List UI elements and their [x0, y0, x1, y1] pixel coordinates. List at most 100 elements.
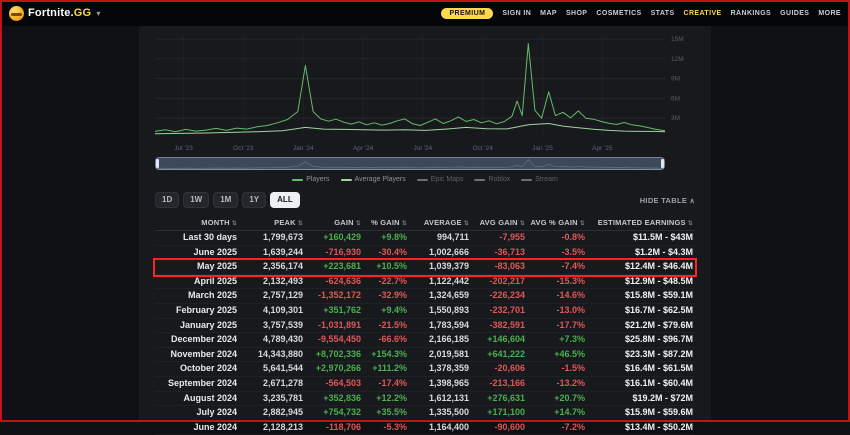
nav-item-map[interactable]: MAP [540, 10, 557, 17]
legend-dash-icon [474, 179, 485, 181]
nav-item-rankings[interactable]: RANKINGS [731, 10, 772, 17]
legend-item-epic-maps[interactable]: Epic Maps [417, 176, 464, 183]
range-button-1d[interactable]: 1D [155, 192, 179, 208]
table-row-last-30-days[interactable]: Last 30 days1,799,673+160,429+9.8%994,71… [155, 231, 695, 246]
cell-avg-gain: -226,234 [471, 289, 527, 303]
cell-peak: 2,128,213 [239, 421, 305, 435]
cell-month: December 2024 [155, 333, 239, 347]
nav-item-guides[interactable]: GUIDES [780, 10, 809, 17]
nav-item-stats[interactable]: STATS [651, 10, 675, 17]
legend-item-average-players[interactable]: Average Players [341, 176, 406, 183]
site-logo[interactable]: Fortnite.GG ▾ [9, 6, 100, 21]
nav-item-shop[interactable]: SHOP [566, 10, 587, 17]
legend-item-stream[interactable]: Stream [521, 176, 558, 183]
legend-dash-icon [292, 179, 303, 181]
legend-item-roblox[interactable]: Roblox [474, 176, 510, 183]
cell-avg-gain: -1.5% [527, 362, 587, 376]
navigator-selection[interactable] [155, 157, 665, 170]
cell-estimated-earnings: $11.5M - $43M [587, 231, 695, 245]
table-row-october-2024[interactable]: October 20245,641,544+2,970,266+111.2%1,… [155, 362, 695, 377]
range-button-all[interactable]: ALL [270, 192, 300, 208]
column-header-avg-gain[interactable]: AVG % GAIN⇅ [527, 218, 587, 227]
column-header-average[interactable]: AVERAGE⇅ [409, 218, 471, 227]
column-header-month[interactable]: MONTH⇅ [155, 218, 239, 227]
cell-estimated-earnings: $12.9M - $48.5M [587, 275, 695, 289]
cell-month: July 2024 [155, 406, 239, 420]
cell-average: 1,612,131 [409, 392, 471, 406]
cell-average: 1,783,594 [409, 319, 471, 333]
cell-estimated-earnings: $23.3M - $87.2M [587, 348, 695, 362]
chart-legend: Players Average Players Epic Maps Roblox Str… [155, 174, 695, 185]
table-row-june-2024[interactable]: June 20242,128,213-118,706-5.3%1,164,400… [155, 421, 695, 435]
nav-items: MAP SHOP COSMETICS STATS CREATIVE RANKINGS GUI… [540, 10, 841, 17]
navigator-left-handle[interactable] [156, 159, 159, 168]
svg-text:3M: 3M [671, 115, 680, 122]
legend-label: Roblox [488, 176, 510, 183]
table-body: Last 30 days1,799,673+160,429+9.8%994,71… [155, 231, 695, 435]
column-header-gain[interactable]: % GAIN⇅ [363, 218, 409, 227]
table-row-august-2024[interactable]: August 20243,235,781+352,836+12.2%1,612,… [155, 392, 695, 407]
nav-item-more[interactable]: MORE [818, 10, 841, 17]
column-header-gain[interactable]: GAIN⇅ [305, 218, 363, 227]
table-row-january-2025[interactable]: January 20253,757,539-1,031,891-21.5%1,7… [155, 319, 695, 334]
cell-avg-gain: +276,631 [471, 392, 527, 406]
cell-avg-gain: -382,591 [471, 319, 527, 333]
cell-peak: 5,641,544 [239, 362, 305, 376]
range-button-1m[interactable]: 1M [213, 192, 238, 208]
nav-item-cosmetics[interactable]: COSMETICS [596, 10, 641, 17]
cell-gain: +9.8% [363, 231, 409, 245]
table-row-february-2025[interactable]: February 20254,109,301+351,762+9.4%1,550… [155, 304, 695, 319]
table-row-september-2024[interactable]: September 20242,671,278-564,503-17.4%1,3… [155, 377, 695, 392]
cell-month: March 2025 [155, 289, 239, 303]
nav-item-creative[interactable]: CREATIVE [684, 10, 722, 17]
legend-item-players[interactable]: Players [292, 176, 329, 183]
table-row-march-2025[interactable]: March 20252,757,129-1,352,172-32.9%1,324… [155, 289, 695, 304]
cell-average: 1,164,400 [409, 421, 471, 435]
table-row-november-2024[interactable]: November 202414,343,880+8,702,336+154.3%… [155, 348, 695, 363]
table-row-april-2025[interactable]: April 20252,132,493-624,636-22.7%1,122,4… [155, 275, 695, 290]
column-header-label: PEAK [274, 218, 296, 227]
hide-table-button[interactable]: HIDE TABLE ∧ [640, 196, 695, 205]
navigator-right-handle[interactable] [661, 159, 664, 168]
legend-label: Players [306, 176, 329, 183]
cell-gain: +9.4% [363, 304, 409, 318]
cell-month: April 2025 [155, 275, 239, 289]
table-row-december-2024[interactable]: December 20244,789,430-9,554,450-66.6%2,… [155, 333, 695, 348]
column-header-peak[interactable]: PEAK⇅ [239, 218, 305, 227]
cell-avg-gain: +641,222 [471, 348, 527, 362]
range-button-1w[interactable]: 1W [183, 192, 209, 208]
cell-gain: +35.5% [363, 406, 409, 420]
cell-avg-gain: -3.5% [527, 246, 587, 260]
cell-month: Last 30 days [155, 231, 239, 245]
legend-dash-icon [521, 179, 532, 181]
cell-peak: 2,882,945 [239, 406, 305, 420]
sort-icon: ⇅ [298, 221, 303, 227]
cell-peak: 2,132,493 [239, 275, 305, 289]
cell-peak: 1,639,244 [239, 246, 305, 260]
column-header-label: MONTH [201, 218, 230, 227]
chart-navigator[interactable] [155, 157, 665, 170]
cell-average: 1,335,500 [409, 406, 471, 420]
column-header-estimated-earnings[interactable]: ESTIMATED EARNINGS⇅ [587, 218, 695, 227]
svg-text:15M: 15M [671, 36, 684, 43]
cell-avg-gain: +171,100 [471, 406, 527, 420]
cell-avg-gain: -202,217 [471, 275, 527, 289]
premium-button[interactable]: PREMIUM [441, 8, 493, 19]
signin-button[interactable]: SIGN IN [502, 10, 531, 17]
cell-month: May 2025 [155, 260, 239, 274]
fortnitegg-logo-icon [9, 6, 24, 21]
cell-month: February 2025 [155, 304, 239, 318]
x-tick-label: Jan '24 [293, 145, 314, 152]
table-row-may-2025[interactable]: May 20252,356,174+223,681+10.5%1,039,379… [155, 260, 695, 275]
players-chart-svg[interactable]: 3M6M9M12M15M [155, 31, 695, 145]
brand-name: Fortnite. [28, 7, 74, 19]
column-header-avg-gain[interactable]: AVG GAIN⇅ [471, 218, 527, 227]
cell-gain: +223,681 [305, 260, 363, 274]
table-row-june-2025[interactable]: June 20251,639,244-716,930-30.4%1,002,66… [155, 246, 695, 261]
table-row-july-2024[interactable]: July 20242,882,945+754,732+35.5%1,335,50… [155, 406, 695, 421]
range-button-1y[interactable]: 1Y [242, 192, 266, 208]
sort-icon: ⇅ [464, 221, 469, 227]
cell-avg-gain: +20.7% [527, 392, 587, 406]
cell-estimated-earnings: $16.4M - $61.5M [587, 362, 695, 376]
legend-label: Epic Maps [431, 176, 464, 183]
